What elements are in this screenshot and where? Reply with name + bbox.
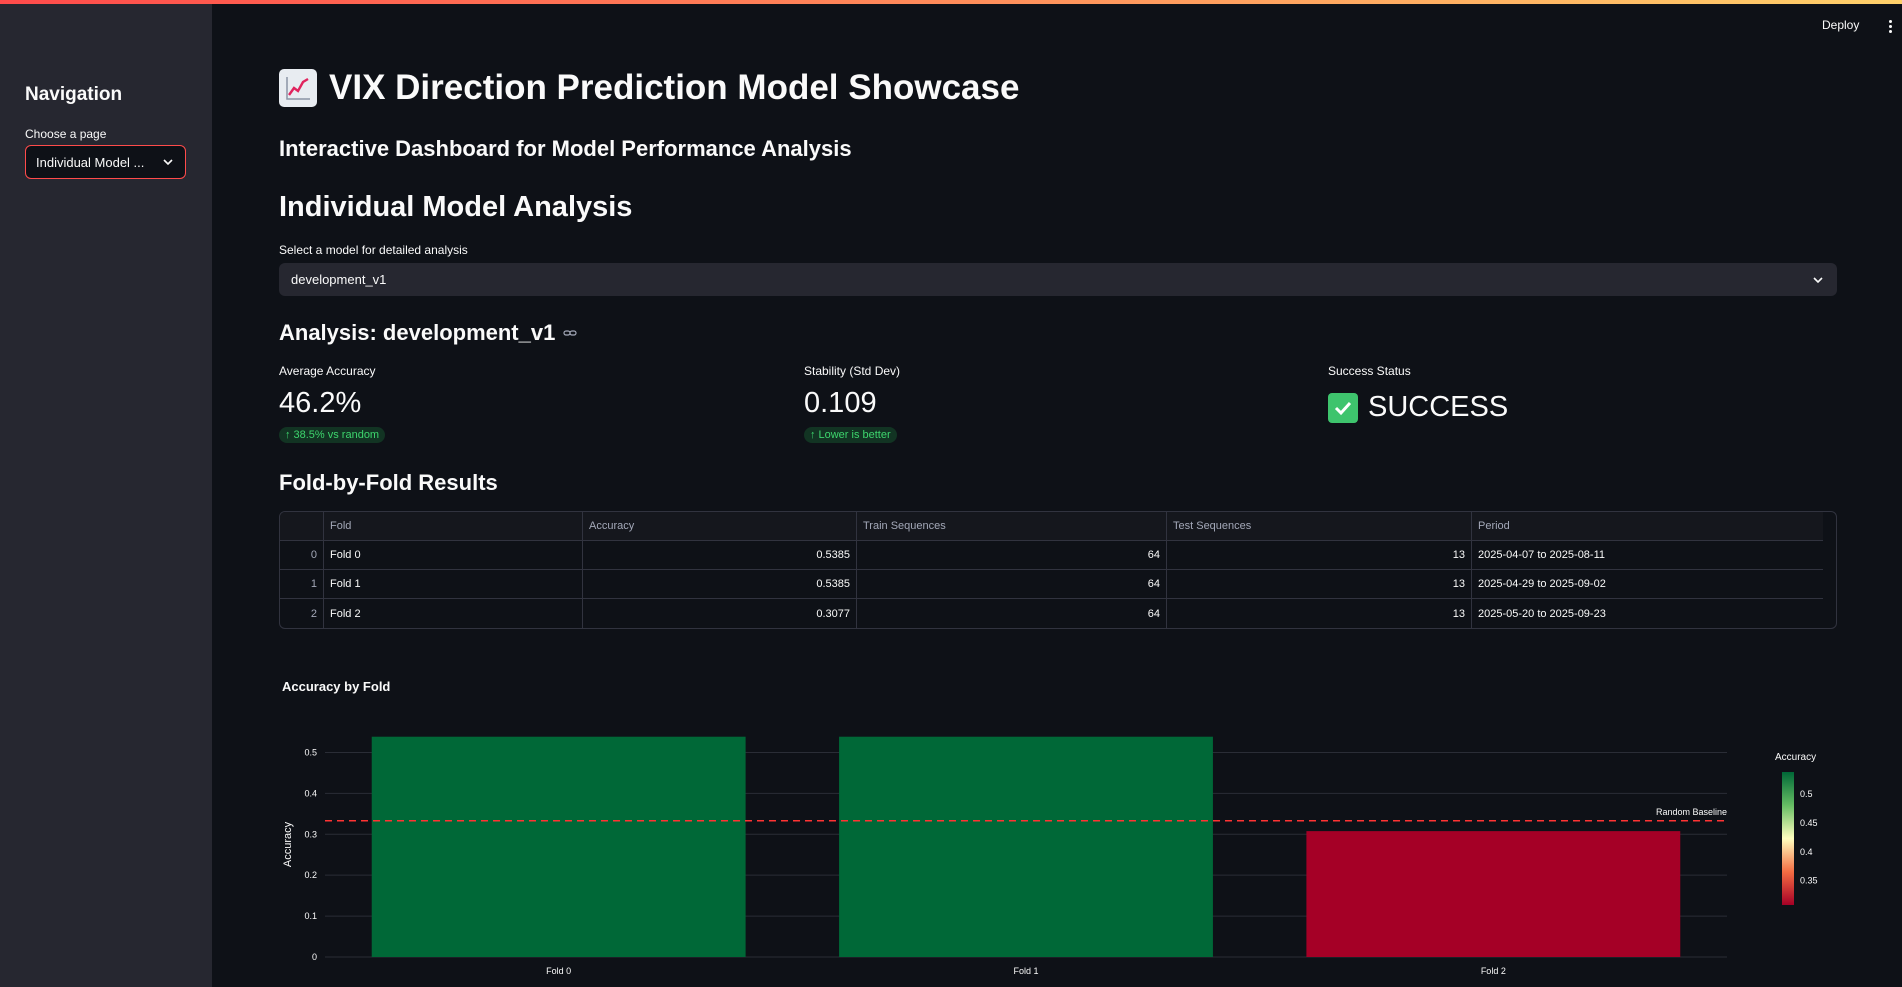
main-menu-icon[interactable] <box>1886 18 1894 36</box>
row-index: 0 <box>280 541 324 569</box>
y-tick-label: 0.3 <box>304 829 317 839</box>
table-title: Fold-by-Fold Results <box>279 470 498 495</box>
y-tick-label: 0 <box>312 952 317 962</box>
table-row[interactable]: 0 Fold 0 0.5385 64 13 2025-04-07 to 2025… <box>280 541 1823 570</box>
metric-delta-text: Lower is better <box>818 429 891 441</box>
colorbar-tick-label: 0.35 <box>1800 876 1818 886</box>
page-select-label: Choose a page <box>25 127 107 141</box>
cell-train: 64 <box>857 541 1167 569</box>
colorbar-tick-label: 0.45 <box>1800 818 1818 828</box>
link-icon[interactable] <box>563 325 579 341</box>
results-table[interactable]: Fold Accuracy Train Sequences Test Seque… <box>279 511 1837 629</box>
colorbar-title: Accuracy <box>1775 752 1816 763</box>
column-header[interactable]: Fold <box>324 512 583 540</box>
index-header <box>280 512 324 540</box>
metric-label: Average Accuracy <box>279 364 376 378</box>
analysis-title: Analysis: development_v1 <box>279 320 579 346</box>
table-row[interactable]: 2 Fold 2 0.3077 64 13 2025-05-20 to 2025… <box>280 599 1823 628</box>
bar-fold-0 <box>371 736 746 957</box>
analysis-title-text: Analysis: development_v1 <box>279 320 556 345</box>
cell-accuracy: 0.5385 <box>583 541 857 569</box>
colorbar-tick-label: 0.5 <box>1800 789 1813 799</box>
check-mark-icon <box>1328 392 1358 423</box>
arrow-up-icon: ↑ <box>810 429 816 441</box>
table-header-row: Fold Accuracy Train Sequences Test Seque… <box>280 512 1823 541</box>
cell-period: 2025-04-07 to 2025-08-11 <box>1478 549 1606 561</box>
y-axis-label: Accuracy <box>282 821 294 867</box>
metric-label: Stability (Std Dev) <box>804 364 901 378</box>
cell-fold: Fold 2 <box>324 599 583 628</box>
main-content: VIX Direction Prediction Model Showcase … <box>279 0 1839 987</box>
metric-average-accuracy: Average Accuracy 46.2% ↑ 38.5% vs random <box>279 364 386 443</box>
model-select-value: development_v1 <box>291 272 387 287</box>
metric-value: 46.2% <box>279 387 362 419</box>
colorbar <box>1782 772 1794 905</box>
arrow-up-icon: ↑ <box>285 429 291 441</box>
cell-test: 13 <box>1167 570 1472 598</box>
page-title-text: VIX Direction Prediction Model Showcase <box>329 68 1020 107</box>
cell-train: 64 <box>857 570 1167 598</box>
metric-success-status: Success Status SUCCESS <box>1328 364 1508 424</box>
cell-test: 13 <box>1167 541 1472 569</box>
metric-stability: Stability (Std Dev) 0.109 ↑ Lower is bet… <box>804 364 900 443</box>
cell-accuracy: 0.3077 <box>583 599 857 628</box>
cell-train: 64 <box>857 599 1167 628</box>
baseline-label: Random Baseline <box>1656 807 1727 817</box>
y-tick-label: 0.4 <box>304 788 317 798</box>
colorbar-tick-label: 0.4 <box>1800 847 1813 857</box>
x-tick-label: Fold 2 <box>1481 966 1506 976</box>
cell-period: 2025-05-20 to 2025-09-23 <box>1478 607 1606 620</box>
bar-fold-1 <box>839 736 1213 957</box>
x-tick-label: Fold 1 <box>1013 966 1038 976</box>
column-header[interactable]: Test Sequences <box>1167 512 1472 540</box>
y-tick-label: 0.2 <box>304 870 317 880</box>
metric-delta-text: 38.5% vs random <box>293 429 380 441</box>
metric-delta: ↑ Lower is better <box>804 427 897 443</box>
row-index: 1 <box>280 570 324 598</box>
metric-delta: ↑ 38.5% vs random <box>279 427 386 443</box>
success-status-value: SUCCESS <box>1328 391 1508 424</box>
y-tick-label: 0.5 <box>304 747 317 757</box>
page-subtitle: Interactive Dashboard for Model Performa… <box>279 136 852 161</box>
column-header[interactable]: Accuracy <box>583 512 857 540</box>
y-tick-label: 0.1 <box>304 911 317 921</box>
page-select-value: Individual Model ... <box>36 154 145 170</box>
sidebar: Navigation Choose a page Individual Mode… <box>0 4 212 987</box>
page-select[interactable]: Individual Model ... <box>25 145 186 179</box>
chevron-down-icon <box>1811 273 1825 287</box>
success-status-text: SUCCESS <box>1368 391 1509 423</box>
row-index: 2 <box>280 599 324 628</box>
chart-increasing-icon <box>279 69 317 107</box>
chart-title: Accuracy by Fold <box>282 679 391 694</box>
sidebar-title: Navigation <box>25 84 123 105</box>
cell-fold: Fold 0 <box>324 541 583 569</box>
metric-label: Success Status <box>1328 364 1411 378</box>
chevron-down-icon <box>161 155 175 169</box>
model-select-label: Select a model for detailed analysis <box>279 243 468 257</box>
cell-fold: Fold 1 <box>324 570 583 598</box>
cell-test: 13 <box>1167 599 1472 628</box>
cell-period: 2025-04-29 to 2025-09-02 <box>1478 578 1606 590</box>
model-select[interactable]: development_v1 <box>279 263 1837 296</box>
column-header[interactable]: Period <box>1472 512 1823 540</box>
table-row[interactable]: 1 Fold 1 0.5385 64 13 2025-04-29 to 2025… <box>280 570 1823 599</box>
metric-value: 0.109 <box>804 387 877 419</box>
x-tick-label: Fold 0 <box>546 966 571 976</box>
cell-accuracy: 0.5385 <box>583 570 857 598</box>
page-title: VIX Direction Prediction Model Showcase <box>279 68 1019 108</box>
bar-fold-2 <box>1306 831 1681 957</box>
accuracy-bar-chart[interactable]: 0 0.1 0.2 0.3 0.4 0.5 Accuracy Fold 0 Fold 1 Fold… <box>279 700 1839 987</box>
column-header[interactable]: Train Sequences <box>857 512 1167 540</box>
section-title: Individual Model Analysis <box>279 191 633 223</box>
